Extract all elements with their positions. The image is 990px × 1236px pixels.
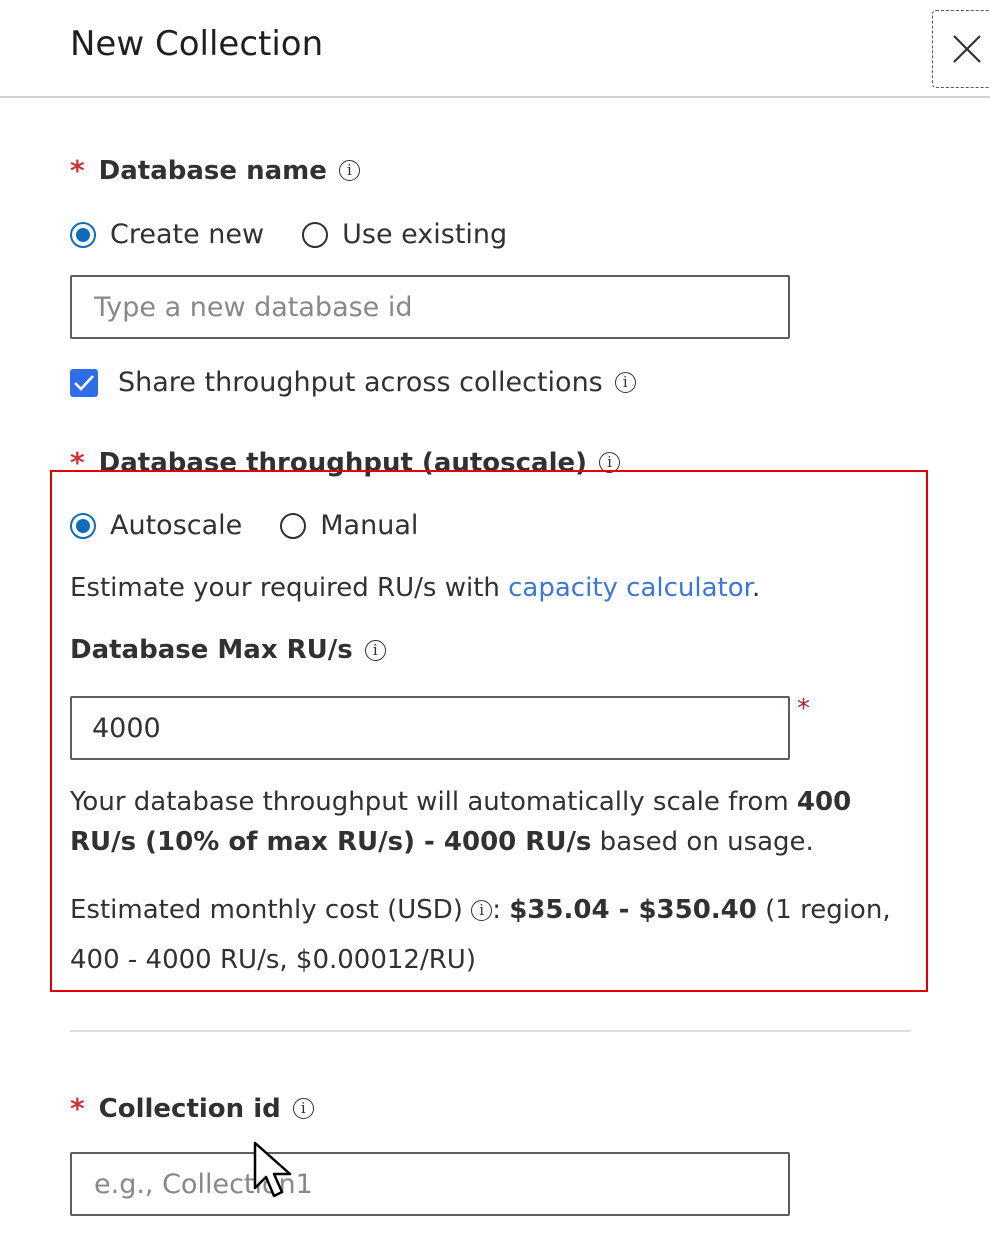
required-marker: * xyxy=(70,154,85,187)
info-icon[interactable]: i xyxy=(471,900,493,921)
close-icon xyxy=(953,35,981,63)
estimated-cost: Estimated monthly cost (USD) i: $35.04 -… xyxy=(70,885,920,985)
autoscale-description: Your database throughput will automatica… xyxy=(70,782,920,862)
required-marker: * xyxy=(797,694,810,724)
database-name-label: * Database name i xyxy=(70,154,360,187)
share-throughput-label: Share throughput across collections xyxy=(118,367,603,398)
share-throughput-checkbox[interactable] xyxy=(70,368,98,397)
manual-radio[interactable]: Manual xyxy=(280,510,418,541)
throughput-mode-radio-group: Autoscale Manual xyxy=(70,510,418,541)
radio-checked-icon[interactable] xyxy=(70,221,96,248)
cost-colon: : xyxy=(492,895,510,925)
info-icon[interactable]: i xyxy=(338,160,360,181)
checkmark-icon xyxy=(74,374,94,391)
mouse-cursor-icon xyxy=(253,1141,292,1198)
collection-id-label-text: Collection id xyxy=(98,1093,281,1124)
estimate-suffix: . xyxy=(751,573,761,603)
autoscale-radio[interactable]: Autoscale xyxy=(70,510,242,541)
header-divider xyxy=(0,96,990,98)
radio-unchecked-icon[interactable] xyxy=(302,221,329,248)
estimate-text: Estimate your required RU/s with capacit… xyxy=(70,568,760,608)
info-icon[interactable]: i xyxy=(364,639,386,661)
autoscale-label: Autoscale xyxy=(110,510,243,541)
cost-prefix: Estimated monthly cost (USD) xyxy=(70,895,472,925)
section-divider xyxy=(70,1030,911,1032)
required-marker: * xyxy=(70,1092,85,1125)
max-ru-input[interactable] xyxy=(70,696,790,760)
panel-title: New Collection xyxy=(70,24,324,64)
manual-label: Manual xyxy=(320,510,419,541)
create-new-label: Create new xyxy=(110,219,265,250)
scale-text-suffix: based on usage. xyxy=(591,827,814,857)
database-name-label-text: Database name xyxy=(98,155,327,186)
database-mode-radio-group: Create new Use existing xyxy=(70,219,507,250)
max-ru-label-text: Database Max RU/s xyxy=(70,635,353,665)
collection-id-label: * Collection id i xyxy=(70,1092,314,1125)
close-button[interactable] xyxy=(932,10,990,88)
use-existing-label: Use existing xyxy=(342,219,508,250)
share-throughput-row: Share throughput across collections i xyxy=(70,367,636,398)
collection-id-input[interactable] xyxy=(70,1152,790,1216)
info-icon[interactable]: i xyxy=(614,372,636,393)
capacity-calculator-link[interactable]: capacity calculator xyxy=(508,573,752,603)
scale-text-prefix: Your database throughput will automatica… xyxy=(70,787,797,817)
use-existing-radio[interactable]: Use existing xyxy=(302,219,507,250)
create-new-radio[interactable]: Create new xyxy=(70,219,264,250)
database-id-input[interactable] xyxy=(70,275,790,339)
info-icon[interactable]: i xyxy=(292,1098,314,1119)
max-ru-label: Database Max RU/s i xyxy=(70,635,386,665)
radio-unchecked-icon[interactable] xyxy=(280,512,307,539)
estimate-prefix: Estimate your required RU/s with xyxy=(70,573,509,603)
cost-range: $35.04 - $350.40 xyxy=(509,895,757,925)
radio-checked-icon[interactable] xyxy=(70,512,96,539)
